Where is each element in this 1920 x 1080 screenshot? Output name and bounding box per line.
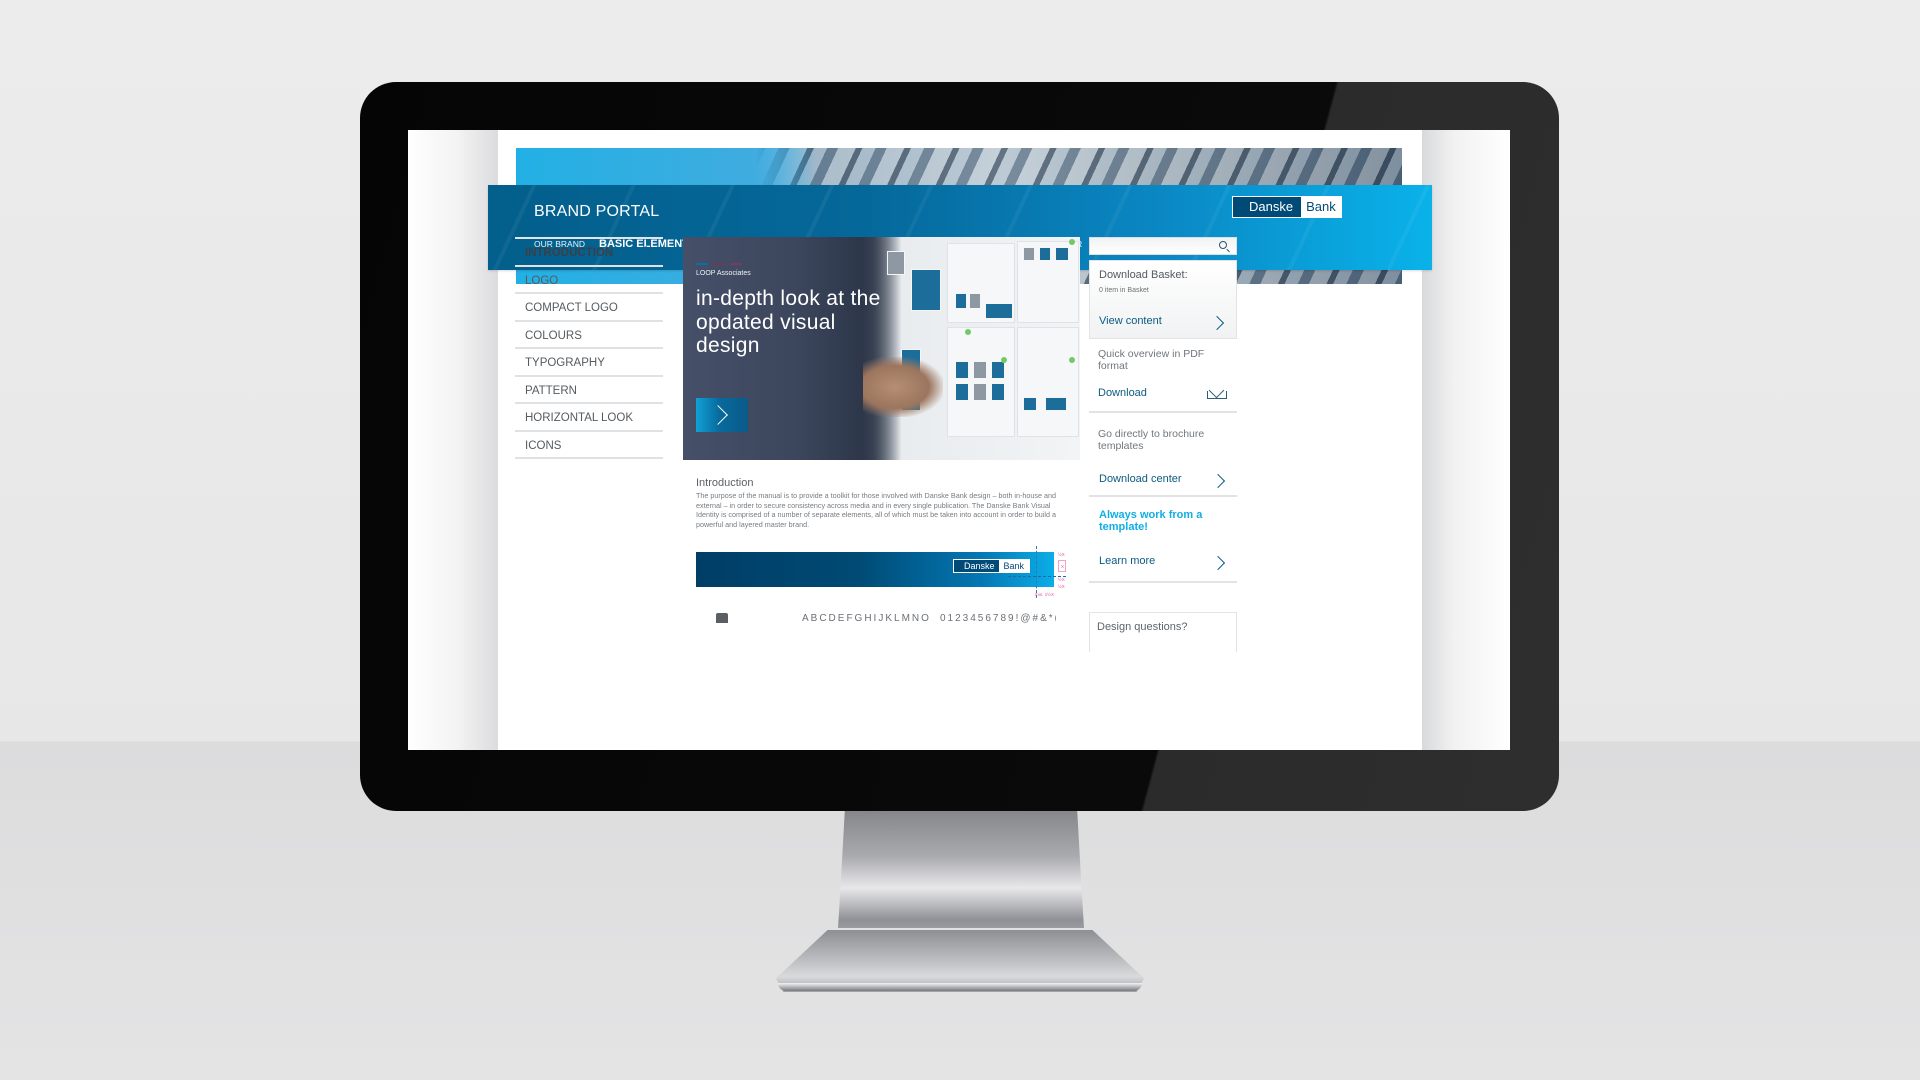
portal-title[interactable]: BRAND PORTAL — [534, 203, 659, 221]
danske-bank-logo-specimen: Danske Bank — [953, 559, 1031, 573]
download-icon[interactable] — [1207, 391, 1227, 399]
hero-photo-thumb — [1023, 247, 1035, 261]
pdf-overview-block: Quick overview in PDF format Download — [1089, 339, 1237, 413]
typography-sample-row: ABCDEFGHIJKLMNO 0123456789!@#&*() — [696, 609, 1056, 623]
brand-portal-page: BRAND PORTAL Danske Bank OUR BRAND BASIC… — [488, 130, 1432, 750]
hero-photo-thumb — [887, 251, 905, 275]
hero-photo-thumb — [911, 269, 941, 311]
hero-photo-thumb — [1023, 397, 1037, 411]
template-tip-block: Always work from a template! Learn more — [1089, 497, 1237, 583]
logo-word-danske: Danske — [1233, 197, 1302, 217]
sidebar-menu: INTRODUCTION LOGO COMPACT LOGO COLOURS T… — [515, 237, 663, 459]
hero-photo-thumb — [991, 383, 1005, 401]
logo-word-bank: Bank — [998, 560, 1030, 572]
specimen-note: ½X — [1058, 584, 1065, 589]
view-content-link[interactable]: View content — [1099, 315, 1162, 327]
hero-next-button[interactable] — [696, 398, 748, 432]
sidebar-item-icons[interactable]: ICONS — [515, 432, 663, 459]
hero-photo-paper — [947, 327, 1015, 437]
specimen-note: ½X — [1058, 552, 1065, 557]
typography-sample-letters: ABCDEFGHIJKLMNO — [802, 613, 931, 623]
monitor-screen: BRAND PORTAL Danske Bank OUR BRAND BASIC… — [408, 130, 1510, 750]
sidebar-item-pattern[interactable]: PATTERN — [515, 377, 663, 404]
sidebar-item-horizontal-look[interactable]: HORIZONTAL LOOK — [515, 404, 663, 432]
specimen-note: ½X — [1058, 577, 1065, 582]
hero-photo-thumb — [955, 293, 967, 309]
chevron-right-icon[interactable] — [1209, 315, 1225, 331]
sidebar-item-typography[interactable]: TYPOGRAPHY — [515, 349, 663, 377]
sidebar-item-label: COLOURS — [525, 329, 582, 342]
search-input[interactable] — [1090, 240, 1236, 256]
download-pdf-link[interactable]: Download — [1098, 387, 1147, 399]
sidebar-item-label: COMPACT LOGO — [525, 302, 618, 314]
chevron-right-icon — [708, 405, 728, 425]
chevron-right-icon — [638, 245, 654, 261]
typography-sample-glyph — [716, 613, 728, 623]
page-gutter-right — [1422, 130, 1510, 750]
template-tip-text: Always work from a template! — [1099, 509, 1203, 533]
learn-more-link[interactable]: Learn more — [1099, 555, 1155, 567]
sidebar-item-logo[interactable]: LOGO — [515, 267, 663, 294]
hero-photo-thumb — [955, 361, 969, 379]
download-center-link[interactable]: Download center — [1099, 473, 1182, 485]
brochure-templates-block: Go directly to brochure templates Downlo… — [1089, 413, 1237, 497]
hero-photo-thumb — [973, 383, 987, 401]
sidebar-item-label: ICONS — [525, 439, 562, 452]
typography-sample-numbers: 0123456789!@#&*() — [940, 613, 1056, 623]
specimen-note: X — [1061, 564, 1065, 569]
hero-photo-wall — [883, 237, 1080, 460]
sidebar-item-label: INTRODUCTION — [525, 247, 614, 259]
page-gutter-left — [408, 130, 498, 750]
hero-banner[interactable]: LOOP Associates in-depth look at the opd… — [683, 237, 1080, 460]
basket-title: Download Basket: — [1099, 269, 1188, 281]
hero-photo-dot — [965, 329, 971, 335]
sidebar-item-compact-logo[interactable]: COMPACT LOGO — [515, 294, 663, 322]
sidebar-item-label: PATTERN — [525, 384, 577, 397]
intro-heading: Introduction — [696, 477, 754, 489]
hero-photo-arm — [863, 357, 943, 417]
hero-photo-dot — [1001, 357, 1007, 363]
download-basket-panel: Download Basket: 0 item in Basket View c… — [1089, 260, 1237, 339]
sidebar-item-label: LOGO — [525, 274, 559, 287]
sidebar-item-colours[interactable]: COLOURS — [515, 322, 663, 349]
logo-word-bank: Bank — [1301, 197, 1341, 217]
basket-count: 0 item in Basket — [1099, 287, 1149, 294]
design-questions-label: Design questions? — [1097, 621, 1188, 633]
search-box — [1089, 237, 1237, 256]
sidebar-item-introduction[interactable]: INTRODUCTION — [515, 239, 663, 267]
brochure-templates-text: Go directly to brochure templates — [1098, 428, 1205, 452]
chevron-right-icon[interactable] — [1210, 473, 1226, 489]
hero-photo-thumb — [1055, 247, 1069, 261]
pdf-overview-text: Quick overview in PDF format — [1098, 348, 1205, 372]
hero-photo-thumb — [973, 361, 987, 379]
hero-photo-paper — [1017, 327, 1079, 437]
hero-color-bar — [696, 263, 708, 265]
hero-photo-dot — [1069, 357, 1075, 363]
hero-color-bar — [730, 263, 742, 265]
hero-photo-thumb — [1039, 247, 1051, 261]
danske-bank-logo[interactable]: Danske Bank — [1232, 196, 1342, 218]
specimen-guide-vertical — [1036, 546, 1037, 598]
specimen-note: min. 1½X — [1035, 592, 1055, 597]
hero-photo-thumb — [969, 293, 981, 309]
hero-photo-thumb — [955, 383, 969, 401]
hero-title: in-depth look at the opdated visual desi… — [696, 287, 881, 357]
hero-kicker: LOOP Associates — [696, 270, 751, 277]
monitor-stand-edge — [778, 983, 1142, 991]
sidebar-item-label: TYPOGRAPHY — [525, 357, 605, 369]
logo-word-danske: Danske — [954, 560, 999, 572]
hero-color-bar — [713, 263, 725, 265]
right-column: Download Basket: 0 item in Basket View c… — [1089, 237, 1237, 583]
hero-photo-dot — [1069, 239, 1075, 245]
search-icon[interactable] — [1219, 241, 1227, 249]
logo-bar-specimen: Danske Bank — [696, 552, 1054, 587]
hero-photo-thumb — [985, 303, 1013, 319]
hero-color-bars — [696, 263, 742, 265]
sidebar-item-label: HORIZONTAL LOOK — [525, 412, 633, 424]
intro-body: The purpose of the manual is to provide … — [696, 491, 1056, 529]
hero-photo-thumb — [991, 361, 1005, 379]
chevron-right-icon[interactable] — [1210, 555, 1226, 571]
hero-photo-thumb — [1045, 397, 1067, 411]
design-questions-panel[interactable]: Design questions? — [1089, 612, 1237, 652]
